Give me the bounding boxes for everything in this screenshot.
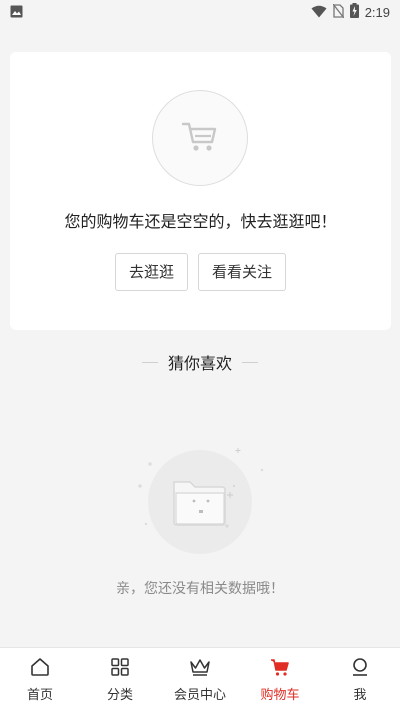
status-time: 2:19	[364, 4, 390, 20]
tab-label-category: 分类	[106, 688, 133, 703]
grid-icon	[109, 656, 131, 678]
tab-cart[interactable]: 购物车	[240, 648, 320, 711]
cart-icon	[180, 116, 220, 160]
tab-me[interactable]: 我	[320, 648, 400, 711]
cart-icon	[269, 656, 291, 678]
go-shopping-button[interactable]: 去逛逛	[115, 253, 188, 291]
empty-cart-circle	[152, 90, 248, 186]
crown-icon	[189, 656, 211, 678]
tab-label-member-center: 会员中心	[173, 688, 226, 703]
view-follow-button[interactable]: 看看关注	[198, 253, 286, 291]
divider-left	[141, 361, 158, 363]
divider-right	[242, 361, 258, 363]
empty-data-illustration	[130, 440, 270, 560]
bottom-tab-bar: 首页 分类 会员中心 购物车 我	[0, 647, 400, 711]
tab-home[interactable]: 首页	[0, 648, 80, 711]
image-notification-icon	[10, 3, 23, 22]
tab-label-cart: 购物车	[260, 688, 300, 703]
home-icon	[29, 656, 51, 678]
tab-label-home: 首页	[26, 688, 53, 703]
no-data-text: 亲，您还没有相关数据哦！	[116, 581, 284, 597]
status-bar: 2:19	[0, 0, 400, 24]
tab-member-center[interactable]: 会员中心	[160, 648, 240, 711]
wifi-icon	[311, 3, 327, 22]
empty-cart-card: 您的购物车还是空空的，快去逛逛吧！ 去逛逛 看看关注	[10, 52, 391, 330]
battery-charging-icon	[349, 2, 359, 22]
tab-label-me: 我	[353, 688, 367, 703]
recommend-title: 猜你喜欢	[167, 354, 232, 373]
no-sim-icon	[332, 3, 345, 22]
empty-cart-message: 您的购物车还是空空的，快去逛逛吧！	[64, 212, 337, 231]
recommend-header: 猜你喜欢	[0, 350, 400, 374]
user-icon	[349, 656, 371, 678]
tab-category[interactable]: 分类	[80, 648, 160, 711]
